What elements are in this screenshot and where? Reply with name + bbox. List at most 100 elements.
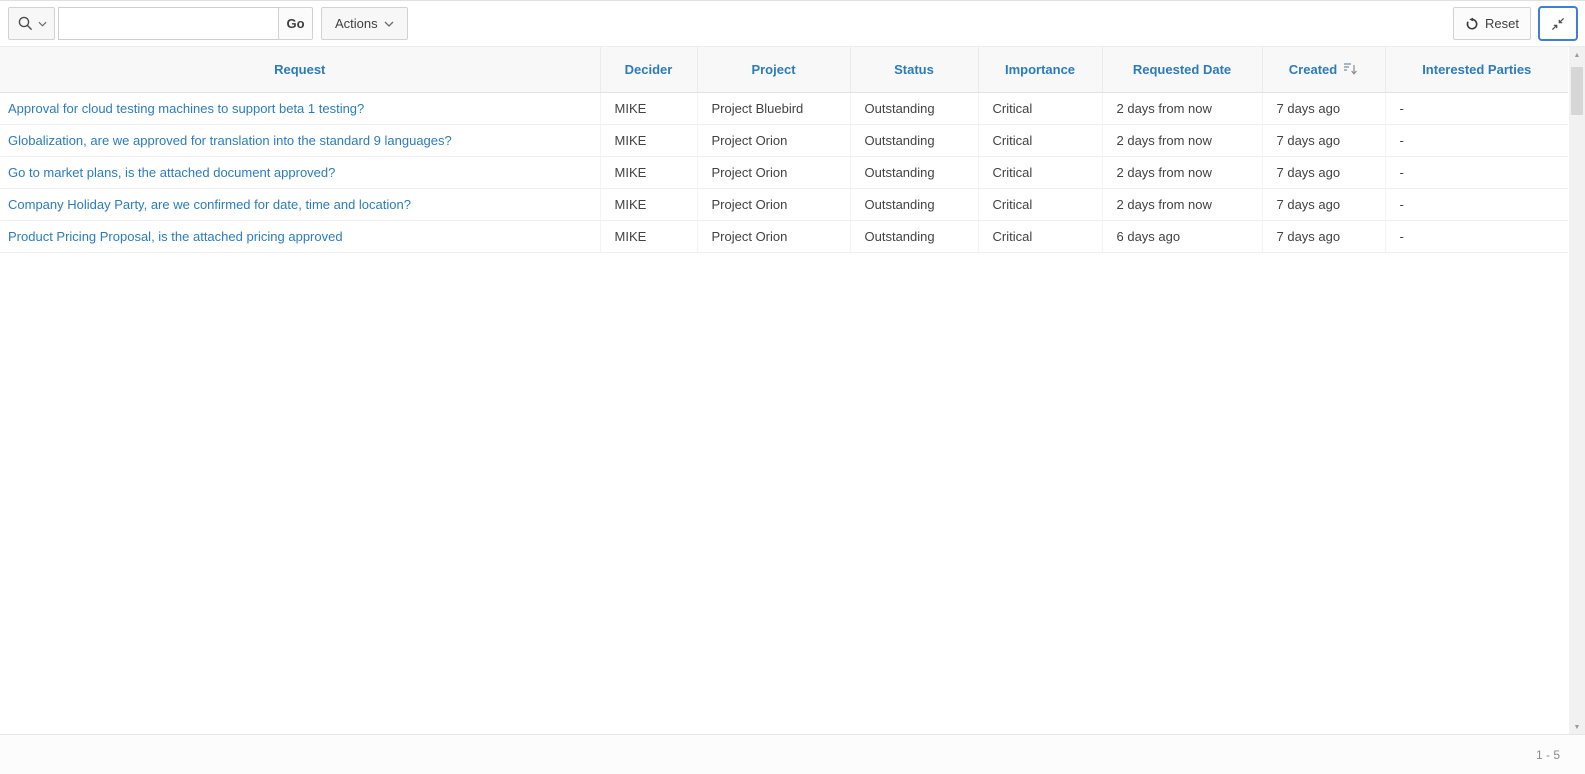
cell-value: Project Orion xyxy=(712,229,788,244)
table-row: Approval for cloud testing machines to s… xyxy=(0,92,1568,124)
chevron-down-icon xyxy=(384,21,394,27)
table-row: Go to market plans, is the attached docu… xyxy=(0,156,1568,188)
column-header-label: Importance xyxy=(1005,62,1075,77)
table-row: Product Pricing Proposal, is the attache… xyxy=(0,220,1568,252)
cell-value: MIKE xyxy=(615,229,647,244)
cell-project: Project Orion xyxy=(697,220,850,252)
report-footer: 1 - 5 xyxy=(0,734,1585,774)
cell-importance: Critical xyxy=(978,188,1102,220)
column-header-request[interactable]: Request xyxy=(0,47,600,92)
scroll-up-arrow-icon[interactable]: ▲ xyxy=(1569,47,1585,63)
cell-value: Critical xyxy=(993,197,1033,212)
cell-value: Outstanding xyxy=(865,133,935,148)
cell-status: Outstanding xyxy=(850,188,978,220)
cell-importance: Critical xyxy=(978,220,1102,252)
compress-arrows-icon xyxy=(1550,16,1566,32)
table-row: Company Holiday Party, are we confirmed … xyxy=(0,188,1568,220)
cell-project: Project Bluebird xyxy=(697,92,850,124)
column-header-label: Request xyxy=(274,62,325,77)
report-region: Request Decider Project Status Importance Req… xyxy=(0,46,1585,734)
column-header-label: Created xyxy=(1289,62,1337,77)
cell-created: 7 days ago xyxy=(1262,92,1385,124)
cell-interested-parties: - xyxy=(1385,92,1568,124)
reset-button-label: Reset xyxy=(1485,16,1519,31)
sort-descending-icon xyxy=(1343,62,1358,76)
search-column-selector-button[interactable] xyxy=(8,7,55,40)
cell-value: Outstanding xyxy=(865,197,935,212)
cell-created: 7 days ago xyxy=(1262,156,1385,188)
cell-value: Critical xyxy=(993,165,1033,180)
cell-value: MIKE xyxy=(615,133,647,148)
column-header-label: Requested Date xyxy=(1133,62,1231,77)
cell-request: Globalization, are we approved for trans… xyxy=(0,124,600,156)
request-link[interactable]: Company Holiday Party, are we confirmed … xyxy=(8,197,411,212)
cell-value: MIKE xyxy=(615,197,647,212)
cell-status: Outstanding xyxy=(850,220,978,252)
request-link[interactable]: Approval for cloud testing machines to s… xyxy=(8,101,364,116)
interactive-report-page: Go Actions Reset xyxy=(0,0,1585,774)
go-button[interactable]: Go xyxy=(278,7,313,40)
scrollbar-thumb[interactable] xyxy=(1571,67,1583,115)
actions-button-label: Actions xyxy=(335,16,378,31)
cell-value: 7 days ago xyxy=(1277,197,1341,212)
cell-project: Project Orion xyxy=(697,188,850,220)
cell-value: 2 days from now xyxy=(1117,165,1212,180)
cell-importance: Critical xyxy=(978,92,1102,124)
request-link[interactable]: Go to market plans, is the attached docu… xyxy=(8,165,335,180)
request-link[interactable]: Globalization, are we approved for trans… xyxy=(8,133,452,148)
scrollbar-track[interactable] xyxy=(1569,63,1585,719)
cell-value: - xyxy=(1400,165,1404,180)
table-row: Globalization, are we approved for trans… xyxy=(0,124,1568,156)
cell-requested-date: 2 days from now xyxy=(1102,156,1262,188)
cell-created: 7 days ago xyxy=(1262,124,1385,156)
cell-decider: MIKE xyxy=(600,188,697,220)
cell-project: Project Orion xyxy=(697,124,850,156)
cell-request: Company Holiday Party, are we confirmed … xyxy=(0,188,600,220)
cell-value: Critical xyxy=(993,229,1033,244)
cell-project: Project Orion xyxy=(697,156,850,188)
cell-value: - xyxy=(1400,133,1404,148)
interactive-report-table: Request Decider Project Status Importance Req… xyxy=(0,47,1568,253)
request-link[interactable]: Product Pricing Proposal, is the attache… xyxy=(8,229,343,244)
cell-value: Project Orion xyxy=(712,197,788,212)
report-toolbar: Go Actions Reset xyxy=(0,1,1585,46)
header-row: Request Decider Project Status Importance Req… xyxy=(0,47,1568,92)
search-input[interactable] xyxy=(58,7,279,40)
column-header-status[interactable]: Status xyxy=(850,47,978,92)
column-header-label: Status xyxy=(894,62,934,77)
collapse-region-button[interactable] xyxy=(1539,7,1577,40)
cell-value: Project Orion xyxy=(712,165,788,180)
cell-value: - xyxy=(1400,197,1404,212)
cell-value: Critical xyxy=(993,101,1033,116)
actions-menu-button[interactable]: Actions xyxy=(321,7,408,40)
cell-value: - xyxy=(1400,229,1404,244)
cell-value: 7 days ago xyxy=(1277,165,1341,180)
cell-requested-date: 2 days from now xyxy=(1102,124,1262,156)
scroll-down-arrow-icon[interactable]: ▼ xyxy=(1569,719,1585,734)
column-header-requested-date[interactable]: Requested Date xyxy=(1102,47,1262,92)
reset-button[interactable]: Reset xyxy=(1453,7,1531,40)
cell-decider: MIKE xyxy=(600,124,697,156)
cell-request: Product Pricing Proposal, is the attache… xyxy=(0,220,600,252)
column-header-decider[interactable]: Decider xyxy=(600,47,697,92)
cell-status: Outstanding xyxy=(850,156,978,188)
cell-value: Outstanding xyxy=(865,101,935,116)
column-header-interested-parties[interactable]: Interested Parties xyxy=(1385,47,1568,92)
cell-created: 7 days ago xyxy=(1262,188,1385,220)
rotate-left-reset-icon xyxy=(1465,17,1479,31)
cell-decider: MIKE xyxy=(600,92,697,124)
column-header-created[interactable]: Created xyxy=(1262,47,1385,92)
column-header-label: Decider xyxy=(625,62,673,77)
cell-decider: MIKE xyxy=(600,220,697,252)
cell-requested-date: 6 days ago xyxy=(1102,220,1262,252)
cell-value: - xyxy=(1400,101,1404,116)
magnifier-icon xyxy=(17,15,34,32)
column-header-project[interactable]: Project xyxy=(697,47,850,92)
cell-importance: Critical xyxy=(978,124,1102,156)
cell-interested-parties: - xyxy=(1385,156,1568,188)
cell-value: 7 days ago xyxy=(1277,133,1341,148)
cell-importance: Critical xyxy=(978,156,1102,188)
column-header-importance[interactable]: Importance xyxy=(978,47,1102,92)
vertical-scrollbar[interactable]: ▲ ▼ xyxy=(1569,47,1585,734)
cell-value: Project Bluebird xyxy=(712,101,804,116)
